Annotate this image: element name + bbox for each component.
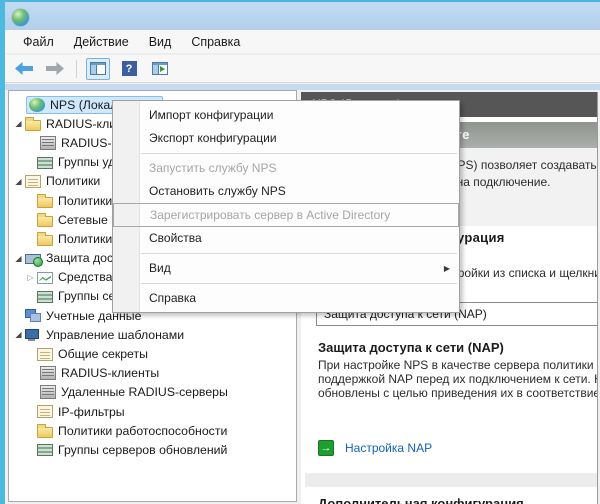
nps-app-icon [12,9,29,26]
scroll-icon [37,405,53,418]
folder-icon [25,120,41,131]
show-console-tree-button[interactable] [86,58,110,80]
nps-console-window: ФайлДействиеВидСправка ? NPS (Локально)◢… [0,0,600,504]
menu-separator [141,253,457,254]
help-icon: ? [122,61,137,76]
console-tree-icon [90,62,106,75]
advanced-configuration-heading: Дополнительная конфигурация [318,496,524,504]
collapse-icon[interactable]: ◢ [12,249,25,268]
menu-separator [141,283,457,284]
context-menu-item[interactable]: Справка [113,287,459,310]
group-icon [37,157,53,169]
globe-icon [29,98,45,112]
group-icon [37,291,53,303]
go-arrow-icon: → [318,440,334,456]
help-button[interactable]: ? [117,58,141,80]
tree-item[interactable]: ◢ Управление шаблонами [9,325,296,344]
context-menu-item[interactable]: Импорт конфигурации [113,104,459,127]
context-menu-item: Запустить службу NPS [113,157,459,180]
export-list-button[interactable] [148,58,172,80]
tree-item[interactable]: RADIUS-клиенты [9,364,296,383]
menu-separator [141,153,457,154]
forward-arrow-icon [46,62,64,75]
context-menu-item[interactable]: Остановить службу NPS [113,180,459,203]
section-divider [305,473,597,487]
tree-item-label: Удаленные RADIUS-серверы [61,385,234,399]
scroll-icon [37,348,53,361]
server-icon [40,366,56,380]
tree-item-label: Общие секреты [58,347,154,361]
menubar-item-действие[interactable]: Действие [64,30,139,54]
context-menu-item[interactable]: Вид▶ [113,257,459,280]
chart-icon [37,272,53,284]
menubar-item-вид[interactable]: Вид [139,30,182,54]
context-menu-item[interactable]: Свойства [113,227,459,250]
configure-nap-link[interactable]: Настройка NAP [345,441,432,455]
server-icon [40,136,56,150]
folder-icon [37,216,53,227]
context-menu: Импорт конфигурацииЭкспорт конфигурации З… [112,100,460,313]
tree-item-label: Политики работоспособности [58,424,233,438]
folder-icon [37,197,53,208]
context-menu-item: Зарегистрировать сервер в Active Directo… [113,203,459,227]
monitor-icon [25,329,41,342]
export-list-icon [152,62,168,75]
nap-scenario-heading: Защита доступа к сети (NAP) [318,340,504,355]
toolbar-separator [76,60,77,78]
scenario-text-line: При настройке NPS в качестве сервера пол… [318,358,598,372]
toolbar: ? [5,55,600,83]
context-menu-item[interactable]: Экспорт конфигурации [113,127,459,150]
tree-item-label: IP-фильтры [58,405,131,419]
folder-icon [37,235,53,246]
configure-nap-row: → Настройка NAP [318,440,432,456]
tree-item-label: Политики [46,174,106,188]
tree-item-label: Группы серверов обновлений [58,443,233,457]
scenario-text-line: поддержкой NAP перед их подключением к с… [318,372,598,386]
menubar-item-справка[interactable]: Справка [181,30,250,54]
computers-icon [25,309,41,322]
forward-button[interactable] [43,58,67,80]
tree-item[interactable]: Общие секреты [9,344,296,363]
group-icon [37,444,53,456]
folder-icon [37,427,53,438]
tree-item[interactable]: Группы серверов обновлений [9,440,296,459]
nap-icon [25,254,41,264]
tree-item[interactable]: IP-фильтры [9,402,296,421]
scenario-text-line: обновлены с целью приведения их в соотве… [318,386,598,400]
collapse-icon[interactable]: ◢ [12,114,25,133]
window-edge [0,0,5,504]
tree-item-label: Управление шаблонами [46,328,190,342]
menu-bar: ФайлДействиеВидСправка [5,30,600,54]
title-bar [0,0,600,30]
collapse-icon[interactable]: ◢ [12,325,25,344]
back-arrow-icon [15,62,33,75]
submenu-arrow-icon: ▶ [444,257,450,280]
back-button[interactable] [12,58,36,80]
expand-icon[interactable]: ▷ [24,268,37,287]
tree-item[interactable]: Политики работоспособности [9,421,296,440]
server-icon [40,385,56,399]
nap-scenario-text: При настройке NPS в качестве сервера пол… [318,358,598,400]
tree-item-label: RADIUS-клиенты [61,366,165,380]
scroll-icon [25,175,41,188]
menubar-item-файл[interactable]: Файл [13,30,64,54]
tree-item[interactable]: Удаленные RADIUS-серверы [9,383,296,402]
collapse-icon[interactable]: ◢ [12,172,25,191]
